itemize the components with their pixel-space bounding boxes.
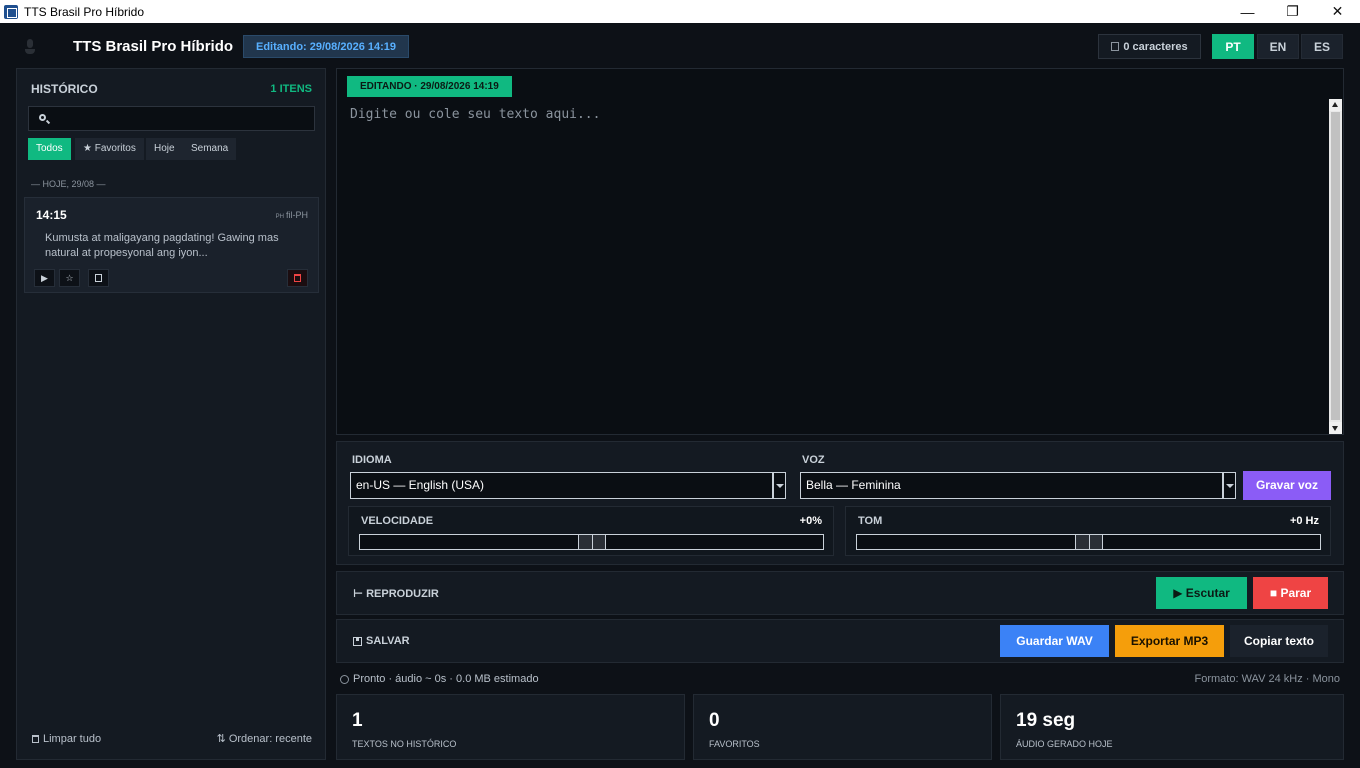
copy-icon (95, 274, 102, 282)
history-item-lang-code: fil-PH (286, 210, 308, 220)
stat-card-favorites: 0 FAVORITOS (693, 694, 992, 760)
chevron-down-icon[interactable] (1223, 472, 1236, 499)
star-icon: ☆ (65, 272, 74, 283)
stat-label: ÁUDIO GERADO HOJE (1016, 739, 1113, 749)
history-copy-button[interactable] (88, 269, 109, 287)
listen-button[interactable]: ▶ Escutar (1156, 577, 1247, 609)
scroll-up-arrow[interactable] (1329, 99, 1342, 111)
text-editor[interactable]: EDITANDO · 29/08/2026 14:19 Digite ou co… (336, 68, 1344, 435)
maximize-button[interactable]: ❐ (1270, 0, 1315, 23)
history-item-time: 14:15 (36, 208, 67, 222)
language-select[interactable]: en-US — English (USA) (350, 472, 773, 499)
day-separator: — HOJE, 29/08 — (31, 179, 106, 189)
playback-bar: ⊢ REPRODUZIR ▶ Escutar ■ Parar (336, 571, 1344, 615)
lang-button-en[interactable]: EN (1257, 34, 1299, 59)
microphone-icon (24, 39, 36, 55)
status-icon (340, 674, 349, 684)
voice-select[interactable]: Bella — Feminina (800, 472, 1223, 499)
clear-all-button[interactable]: Limpar tudo (32, 733, 101, 745)
stat-label: TEXTOS NO HISTÓRICO (352, 739, 457, 749)
history-item-text: Kumusta at maligayang pagdating! Gawing … (45, 232, 279, 259)
flag-icon: PH (275, 214, 284, 220)
close-button[interactable]: ✕ (1315, 0, 1360, 23)
app-header: TTS Brasil Pro Híbrido Editando: 29/08/2… (0, 23, 1360, 69)
trash-icon (294, 274, 301, 282)
sort-button[interactable]: ⇅ Ordenar: recente (217, 732, 312, 745)
clear-all-label: Limpar tudo (43, 733, 102, 745)
history-favorite-button[interactable]: ☆ (59, 269, 80, 287)
history-title: HISTÓRICO (31, 82, 98, 96)
app-icon (4, 4, 18, 19)
export-mp3-button[interactable]: Exportar MP3 (1115, 625, 1224, 657)
pitch-slider-thumb[interactable] (1074, 535, 1103, 549)
status-message: Pronto · áudio ~ 0s · 0.0 MB estimado (353, 673, 539, 685)
speed-slider-thumb[interactable] (577, 535, 606, 549)
speed-label: VELOCIDADE (361, 515, 434, 527)
save-wav-button[interactable]: Guardar WAV (1000, 625, 1109, 657)
stop-button[interactable]: ■ Parar (1253, 577, 1328, 609)
save-label: SALVAR (353, 635, 410, 647)
editing-badge: Editando: 29/08/2026 14:19 (243, 35, 410, 58)
stat-value: 0 (709, 710, 720, 731)
pitch-slider[interactable] (856, 534, 1321, 550)
chevron-down-icon[interactable] (773, 472, 786, 499)
pitch-label: TOM (858, 515, 883, 527)
save-icon (353, 636, 362, 646)
stat-value: 1 (352, 710, 363, 731)
trash-icon (32, 735, 39, 743)
history-item[interactable]: 14:15 PH fil-PH Kumusta at maligayang pag… (24, 197, 319, 293)
filter-todos[interactable]: Todos (28, 138, 71, 160)
speed-value: +0% (799, 515, 822, 527)
editor-badge: EDITANDO · 29/08/2026 14:19 (347, 76, 512, 97)
history-play-button[interactable]: ▶ (34, 269, 55, 287)
stat-label: FAVORITOS (709, 739, 760, 749)
stat-card-audio: 19 seg ÁUDIO GERADO HOJE (1000, 694, 1344, 760)
filter-hoje[interactable]: Hoje (146, 138, 183, 160)
character-count-label: 0 caracteres (1123, 40, 1188, 53)
app-title: TTS Brasil Pro Híbrido (73, 38, 234, 55)
scroll-down-arrow[interactable] (1329, 422, 1342, 434)
voice-settings-panel: IDIOMA en-US — English (USA) VOZ Bella —… (336, 441, 1344, 565)
minimize-button[interactable]: — (1225, 0, 1270, 23)
history-sidebar: HISTÓRICO 1 ITENS Todos ★ Favoritos Hoje… (16, 68, 326, 760)
history-delete-button[interactable] (287, 269, 308, 287)
format-info: Formato: WAV 24 kHz · Mono (1194, 673, 1340, 685)
history-search-input[interactable] (28, 106, 315, 131)
editor-scrollbar[interactable] (1329, 99, 1342, 434)
character-count: 0 caracteres (1098, 34, 1201, 59)
playback-label: ⊢ REPRODUZIR (353, 588, 439, 600)
scroll-thumb[interactable] (1331, 112, 1340, 420)
lang-button-es[interactable]: ES (1301, 34, 1343, 59)
filter-semana[interactable]: Semana (183, 138, 237, 160)
copy-text-button[interactable]: Copiar texto (1230, 625, 1328, 657)
window-title: TTS Brasil Pro Híbrido (24, 4, 145, 19)
document-icon (1111, 42, 1120, 51)
voice-label: VOZ (802, 454, 825, 466)
window-titlebar: TTS Brasil Pro Híbrido — ❐ ✕ (0, 0, 1360, 23)
save-bar: SALVAR Guardar WAV Exportar MP3 Copiar t… (336, 619, 1344, 663)
stat-value: 19 seg (1016, 710, 1076, 731)
window-controls: — ❐ ✕ (1225, 0, 1360, 23)
history-item-language: PH fil-PH (276, 210, 308, 220)
save-label-text: SALVAR (366, 635, 410, 647)
stat-card-history: 1 TEXTOS NO HISTÓRICO (336, 694, 685, 760)
search-icon (39, 114, 46, 121)
record-voice-button[interactable]: Gravar voz (1243, 471, 1331, 500)
history-count: 1 ITENS (270, 83, 312, 95)
editor-placeholder[interactable]: Digite ou cole seu texto aqui... (350, 107, 600, 122)
pitch-control: TOM +0 Hz (845, 506, 1331, 556)
speed-slider[interactable] (359, 534, 824, 550)
language-label: IDIOMA (352, 454, 392, 466)
pitch-value: +0 Hz (1289, 515, 1319, 527)
play-icon: ▶ (41, 272, 48, 283)
status-text: Pronto · áudio ~ 0s · 0.0 MB estimado (340, 673, 539, 685)
speed-control: VELOCIDADE +0% (348, 506, 834, 556)
lang-button-pt[interactable]: PT (1212, 34, 1254, 59)
filter-favoritos[interactable]: ★ Favoritos (75, 138, 144, 160)
